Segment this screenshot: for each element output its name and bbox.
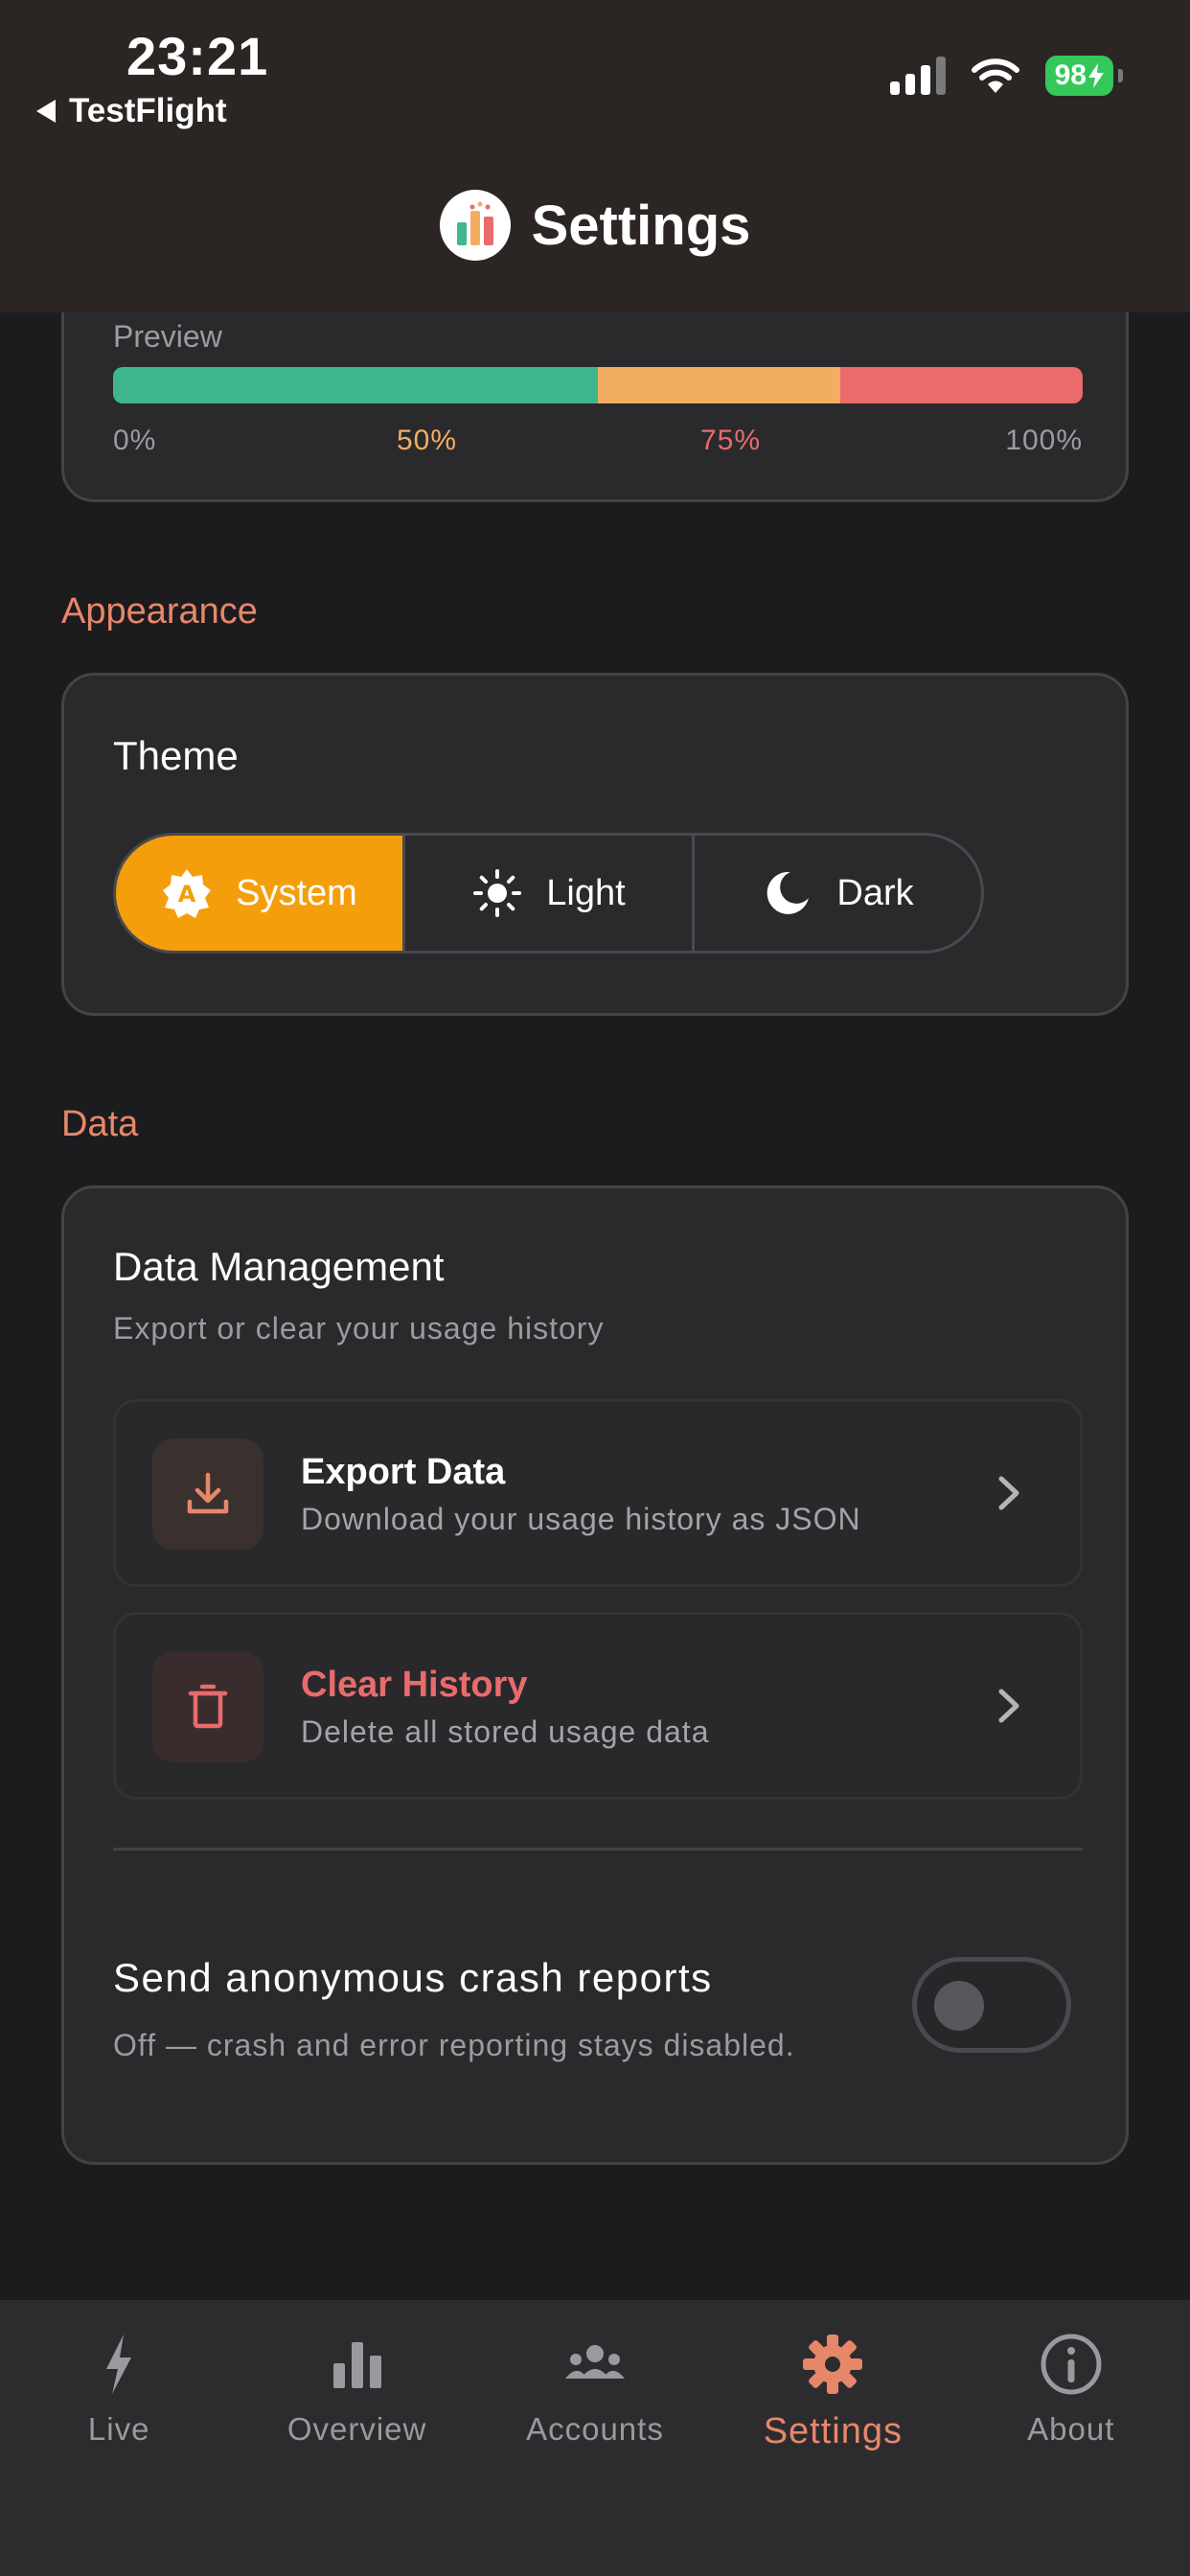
preview-segment-mid — [598, 367, 840, 403]
divider — [113, 1848, 1083, 1851]
clear-history-row[interactable]: Clear History Delete all stored usage da… — [113, 1612, 1083, 1800]
back-to-testflight-link[interactable]: TestFlight — [36, 92, 227, 130]
bolt-icon — [106, 2334, 132, 2394]
status-time: 23:21 — [126, 26, 269, 86]
clear-history-title: Clear History — [301, 1665, 528, 1705]
tab-about[interactable]: About — [952, 2300, 1190, 2576]
section-label-data: Data — [61, 1104, 139, 1144]
theme-option-light[interactable]: Light — [405, 836, 695, 951]
status-icons: 98 — [889, 56, 1123, 96]
preview-ticks: 0% 50% 75% 100% — [113, 425, 1083, 463]
tab-label: Overview — [286, 2411, 427, 2447]
theme-segmented-control[interactable]: A System Light Dark — [113, 833, 984, 954]
theme-option-label: System — [236, 872, 357, 913]
theme-option-dark[interactable]: Dark — [695, 836, 981, 951]
preview-label: Preview — [113, 319, 222, 354]
theme-title: Theme — [113, 733, 239, 778]
tab-label: Accounts — [526, 2411, 664, 2447]
data-management-subtitle: Export or clear your usage history — [113, 1311, 605, 1346]
wifi-icon — [971, 58, 1019, 93]
theme-card: Theme A System Light Dark — [61, 673, 1129, 1016]
page-header: Settings — [0, 190, 1190, 261]
svg-text:A: A — [178, 881, 196, 908]
crash-reports-title: Send anonymous crash reports — [113, 1955, 713, 2000]
preview-tick: 0% — [113, 425, 157, 456]
theme-option-label: Light — [546, 872, 626, 913]
preview-segment-high — [840, 367, 1083, 403]
crash-reports-toggle[interactable] — [912, 1957, 1071, 2053]
preview-tick: 75% — [700, 425, 762, 456]
charging-bolt-icon — [1088, 63, 1104, 88]
users-icon — [564, 2345, 625, 2379]
download-icon — [187, 1472, 229, 1514]
moon-icon — [767, 871, 810, 914]
page-title: Settings — [531, 194, 751, 257]
back-arrow-icon — [36, 100, 56, 123]
chevron-right-icon — [998, 1476, 1019, 1510]
back-link-label: TestFlight — [69, 92, 227, 129]
tab-settings[interactable]: Settings — [714, 2300, 951, 2576]
toggle-knob — [934, 1981, 984, 2031]
info-icon — [1041, 2334, 1102, 2395]
export-data-row[interactable]: Export Data Download your usage history … — [113, 1399, 1083, 1587]
app-logo-icon — [439, 190, 511, 261]
tab-label: About — [1027, 2411, 1115, 2447]
tab-bar: Live Overview Accounts Settings About — [0, 2300, 1190, 2576]
sun-icon — [473, 869, 522, 917]
preview-bar — [113, 367, 1083, 403]
export-data-title: Export Data — [301, 1452, 506, 1492]
tab-accounts[interactable]: Accounts — [476, 2300, 714, 2576]
tab-live[interactable]: Live — [0, 2300, 238, 2576]
tab-label: Settings — [763, 2411, 904, 2451]
auto-theme-icon: A — [163, 869, 212, 918]
bar-chart-icon — [332, 2342, 381, 2388]
battery-level: 98 — [1054, 59, 1087, 91]
theme-option-system[interactable]: A System — [116, 836, 405, 951]
clear-history-subtitle: Delete all stored usage data — [301, 1714, 710, 1749]
clear-icon-tile — [152, 1651, 263, 1762]
crash-reports-subtitle: Off — crash and error reporting stays di… — [113, 2028, 795, 2062]
signal-icon — [889, 57, 946, 95]
data-management-title: Data Management — [113, 1244, 445, 1289]
preview-tick: 100% — [1005, 425, 1083, 456]
preview-tick: 50% — [397, 425, 458, 456]
export-icon-tile — [152, 1438, 263, 1550]
preview-segment-low — [113, 367, 598, 403]
trash-icon — [188, 1684, 228, 1729]
data-management-card: Data Management Export or clear your usa… — [61, 1185, 1129, 2165]
top-bar: 23:21 TestFlight 98 Settings — [0, 0, 1190, 312]
tab-overview[interactable]: Overview — [238, 2300, 475, 2576]
gear-icon — [803, 2334, 863, 2394]
battery-charging-icon: 98 — [1044, 56, 1123, 96]
section-label-appearance: Appearance — [61, 591, 258, 632]
export-data-subtitle: Download your usage history as JSON — [301, 1502, 861, 1536]
tab-label: Live — [87, 2411, 150, 2447]
theme-option-label: Dark — [836, 872, 914, 913]
chevron-right-icon — [998, 1689, 1019, 1723]
